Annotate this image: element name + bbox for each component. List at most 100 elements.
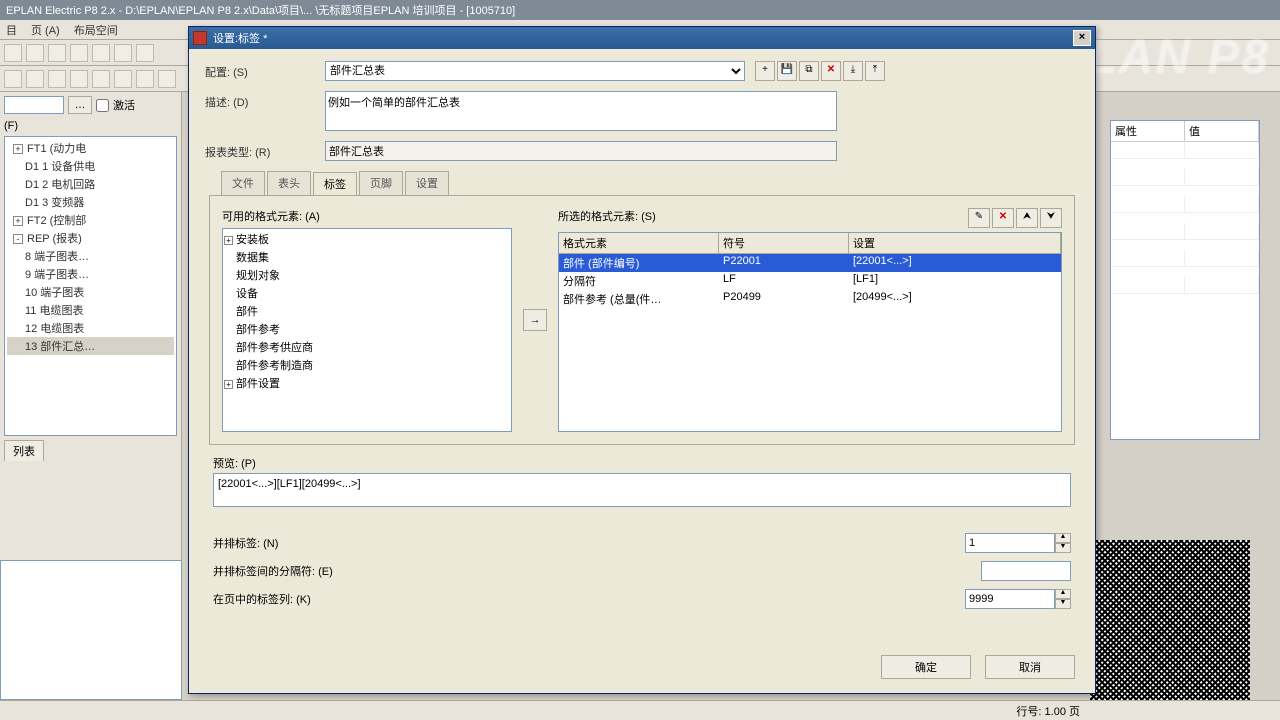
tree-node[interactable]: -REP (报表): [7, 229, 174, 247]
app-icon: [193, 31, 207, 45]
tree-node[interactable]: D1 2 电机回路: [7, 175, 174, 193]
checkbox-label: 激活: [113, 97, 135, 113]
tab-0[interactable]: 文件: [221, 171, 265, 195]
tree-node[interactable]: D1 3 变频器: [7, 193, 174, 211]
property-grid: 属性值: [1110, 120, 1260, 440]
preview-label: 预览: (P): [213, 455, 1079, 471]
browse-button[interactable]: …: [68, 96, 92, 114]
filter-label: (F): [4, 120, 177, 132]
export-button[interactable]: ⤒: [865, 61, 885, 81]
settings-label-dialog: 设置:标签 * × 配置: (S) 部件汇总表 + 💾 ⧉ ✕ ⤓ ⤒ 描述: …: [188, 26, 1096, 694]
tab-4[interactable]: 设置: [405, 171, 449, 195]
tab-panel: 可用的格式元素: (A) +安装板+数据集+规划对象+设备+部件+部件参考+部件…: [209, 195, 1075, 445]
table-row[interactable]: 部件 (部件编号)P22001[22001<...>]: [559, 254, 1061, 272]
list-item[interactable]: +规划对象: [224, 266, 510, 284]
list-item[interactable]: +部件参考: [224, 320, 510, 338]
tree-node[interactable]: 11 电缆图表: [7, 301, 174, 319]
list-item[interactable]: +数据集: [224, 248, 510, 266]
labelcols-input[interactable]: [965, 589, 1055, 609]
toolbar-button[interactable]: [4, 44, 22, 62]
tree-tab[interactable]: 列表: [4, 440, 44, 461]
move-up-button[interactable]: ⮝: [1016, 208, 1038, 228]
sidebyside-input[interactable]: [965, 533, 1055, 553]
spin-up-icon[interactable]: ▲: [1055, 533, 1071, 543]
toolbar-button[interactable]: [4, 70, 22, 88]
move-right-button[interactable]: →: [523, 309, 547, 331]
grid-header: 属性: [1111, 121, 1185, 141]
menu-item[interactable]: 页 (A): [31, 22, 60, 37]
toolbar-button[interactable]: [136, 70, 154, 88]
filter-input[interactable]: [4, 96, 64, 114]
tab-3[interactable]: 页脚: [359, 171, 403, 195]
toolbar-button[interactable]: [70, 44, 88, 62]
tab-1[interactable]: 表头: [267, 171, 311, 195]
col-header: 设置: [849, 233, 1061, 253]
spin-up-icon[interactable]: ▲: [1055, 589, 1071, 599]
move-down-button[interactable]: ⮟: [1040, 208, 1062, 228]
new-button[interactable]: +: [755, 61, 775, 81]
toolbar-button[interactable]: [48, 44, 66, 62]
list-item[interactable]: +部件: [224, 302, 510, 320]
toolbar-button[interactable]: [114, 70, 132, 88]
page-tree[interactable]: +FT1 (动力电D1 1 设备供电D1 2 电机回路D1 3 变频器+FT2 …: [4, 136, 177, 436]
list-item[interactable]: +安装板: [224, 230, 510, 248]
toolbar-button[interactable]: [26, 44, 44, 62]
tree-node[interactable]: 10 端子图表: [7, 283, 174, 301]
col-header: 格式元素: [559, 233, 719, 253]
table-row[interactable]: 部件参考 (总量(件…P20499[20499<...>]: [559, 290, 1061, 308]
tree-node[interactable]: +FT1 (动力电: [7, 139, 174, 157]
copy-button[interactable]: ⧉: [799, 61, 819, 81]
tree-node[interactable]: 13 部件汇总…: [7, 337, 174, 355]
delete-button[interactable]: ✕: [821, 61, 841, 81]
selected-label: 所选的格式元素: (S): [558, 208, 656, 224]
table-row[interactable]: 分隔符LF[LF1]: [559, 272, 1061, 290]
config-label: 配置: (S): [205, 61, 325, 80]
dialog-title: 设置:标签 *: [213, 30, 267, 46]
tree-node[interactable]: 8 端子图表…: [7, 247, 174, 265]
list-item[interactable]: +设备: [224, 284, 510, 302]
toolbar-button[interactable]: [92, 70, 110, 88]
available-listbox[interactable]: +安装板+数据集+规划对象+设备+部件+部件参考+部件参考供应商+部件参考制造商…: [222, 228, 512, 432]
toolbar-button[interactable]: [158, 70, 176, 88]
dialog-tabs: 文件表头标签页脚设置: [221, 171, 1079, 195]
toolbar-button[interactable]: [48, 70, 66, 88]
edit-button[interactable]: ✎: [968, 208, 990, 228]
app-titlebar: EPLAN Electric P8 2.x - D:\EPLAN\EPLAN P…: [0, 0, 1280, 20]
config-combo[interactable]: 部件汇总表: [325, 61, 745, 81]
ok-button[interactable]: 确定: [881, 655, 971, 679]
separator-input[interactable]: [981, 561, 1071, 581]
save-button[interactable]: 💾: [777, 61, 797, 81]
grid-header: 值: [1185, 121, 1259, 141]
desc-textarea[interactable]: 例如一个简单的部件汇总表: [325, 91, 837, 131]
tab-2[interactable]: 标签: [313, 172, 357, 196]
toolbar-button[interactable]: [26, 70, 44, 88]
preview-box: [22001<...>][LF1][20499<...>]: [213, 473, 1071, 507]
list-item[interactable]: +部件设置: [224, 374, 510, 392]
qr-code: [1090, 540, 1250, 700]
tree-node[interactable]: +FT2 (控制部: [7, 211, 174, 229]
available-label: 可用的格式元素: (A): [222, 208, 512, 224]
selected-table[interactable]: 格式元素 符号 设置 部件 (部件编号)P22001[22001<...>]分隔…: [558, 232, 1062, 432]
tree-node[interactable]: 9 端子图表…: [7, 265, 174, 283]
toolbar-button[interactable]: [92, 44, 110, 62]
menu-item[interactable]: 布局空间: [74, 22, 118, 37]
menu-item[interactable]: 目: [6, 22, 17, 37]
toolbar-button[interactable]: [70, 70, 88, 88]
toolbar-button[interactable]: [136, 44, 154, 62]
cancel-button[interactable]: 取消: [985, 655, 1075, 679]
separator-label: 并排标签间的分隔符: (E): [213, 563, 981, 579]
import-button[interactable]: ⤓: [843, 61, 863, 81]
dialog-titlebar[interactable]: 设置:标签 * ×: [189, 27, 1095, 49]
remove-button[interactable]: ✕: [992, 208, 1014, 228]
tree-node[interactable]: D1 1 设备供电: [7, 157, 174, 175]
spin-down-icon[interactable]: ▼: [1055, 543, 1071, 553]
labelcols-label: 在页中的标签列: (K): [213, 591, 965, 607]
list-item[interactable]: +部件参考制造商: [224, 356, 510, 374]
toolbar-button[interactable]: [114, 44, 132, 62]
activate-checkbox[interactable]: 激活: [96, 97, 135, 113]
close-icon[interactable]: ×: [1073, 30, 1091, 46]
tree-node[interactable]: 12 电缆图表: [7, 319, 174, 337]
sidebyside-label: 并排标签: (N): [213, 535, 965, 551]
spin-down-icon[interactable]: ▼: [1055, 599, 1071, 609]
list-item[interactable]: +部件参考供应商: [224, 338, 510, 356]
